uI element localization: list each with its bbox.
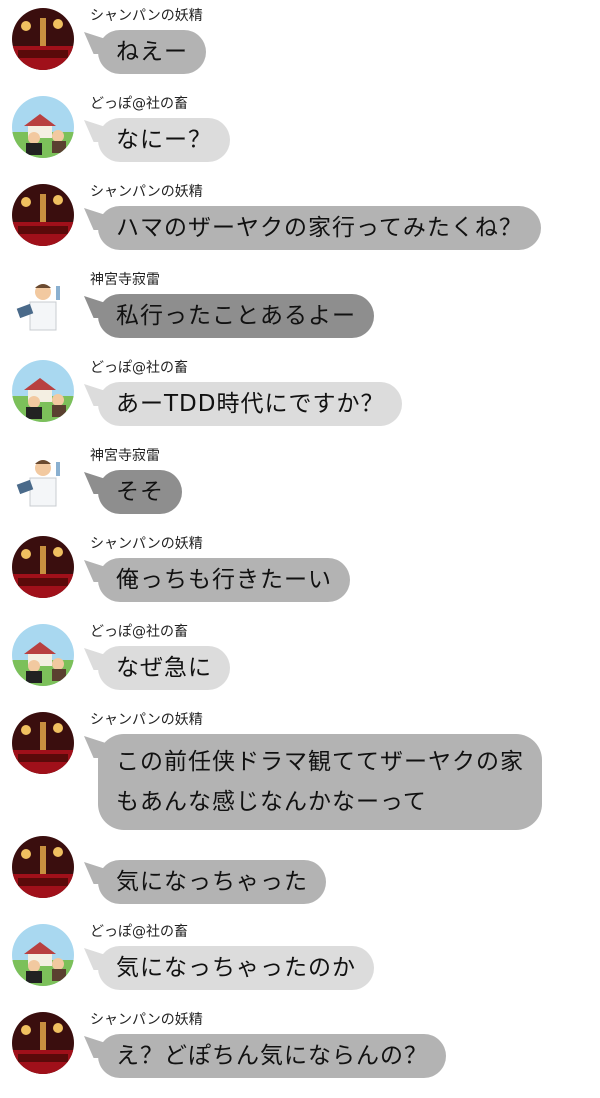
champagne-avatar[interactable]: [12, 8, 74, 70]
message-bubble[interactable]: 私行ったことあるよー: [98, 294, 374, 338]
doppo-avatar[interactable]: [12, 96, 74, 158]
chat-log: シャンパンの妖精 ねえー どっぽ@社の畜 なにー？ シャンパンの妖精 ハマのザー…: [0, 0, 600, 1098]
message-line: もあんな感じなんかなーって: [116, 789, 427, 815]
message-bubble[interactable]: 気になっちゃった: [98, 860, 326, 904]
doppo-avatar[interactable]: [12, 924, 74, 986]
jinguji-avatar[interactable]: [12, 448, 74, 510]
message-bubble[interactable]: なにー？: [98, 118, 230, 162]
jinguji-avatar[interactable]: [12, 272, 74, 334]
message-bubble[interactable]: 気になっちゃったのか: [98, 946, 374, 990]
sender-name: どっぽ@社の畜: [90, 96, 188, 112]
sender-name: シャンパンの妖精: [90, 8, 203, 24]
sender-name: どっぽ@社の畜: [90, 360, 188, 376]
message-bubble[interactable]: ねえー: [98, 30, 206, 74]
champagne-avatar[interactable]: [12, 536, 74, 598]
champagne-avatar[interactable]: [12, 836, 74, 898]
doppo-avatar[interactable]: [12, 360, 74, 422]
message-bubble[interactable]: そそ: [98, 470, 182, 514]
sender-name: 神宮寺寂雷: [90, 448, 160, 464]
champagne-avatar[interactable]: [12, 712, 74, 774]
message-bubble[interactable]: ハマのザーヤクの家行ってみたくね？: [98, 206, 541, 250]
champagne-avatar[interactable]: [12, 1012, 74, 1074]
sender-name: シャンパンの妖精: [90, 1012, 203, 1028]
message-bubble[interactable]: この前任侠ドラマ観ててザーヤクの家 もあんな感じなんかなーって: [98, 734, 542, 830]
message-bubble[interactable]: 俺っちも行きたーい: [98, 558, 350, 602]
message-bubble[interactable]: あーTDD時代にですか？: [98, 382, 403, 426]
message-bubble[interactable]: なぜ急に: [98, 646, 230, 690]
message-bubble[interactable]: え？どぽちん気にならんの？: [98, 1034, 446, 1078]
sender-name: シャンパンの妖精: [90, 184, 203, 200]
sender-name: どっぽ@社の畜: [90, 924, 188, 940]
sender-name: 神宮寺寂雷: [90, 272, 160, 288]
sender-name: シャンパンの妖精: [90, 536, 203, 552]
sender-name: どっぽ@社の畜: [90, 624, 188, 640]
doppo-avatar[interactable]: [12, 624, 74, 686]
champagne-avatar[interactable]: [12, 184, 74, 246]
sender-name: シャンパンの妖精: [90, 712, 203, 728]
message-line: この前任侠ドラマ観ててザーヤクの家: [116, 749, 524, 775]
